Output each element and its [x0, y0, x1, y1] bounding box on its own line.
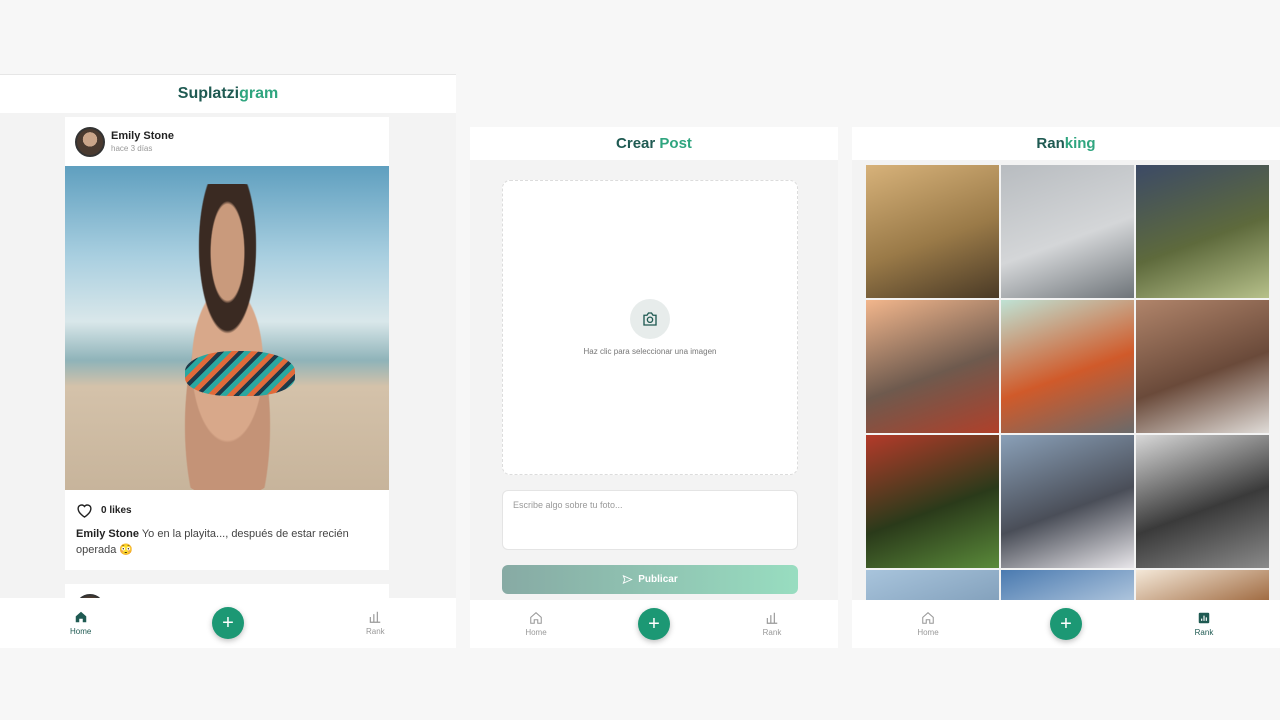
nav-home-label: Home	[69, 627, 92, 636]
rusty-tank-photo[interactable]	[866, 435, 999, 568]
avatar[interactable]	[75, 126, 105, 157]
nav-home-label: Home	[917, 628, 939, 637]
nav-rank[interactable]: Rank	[345, 610, 405, 636]
home-icon	[530, 612, 542, 624]
image-upload-area[interactable]: Haz clic para seleccionar una imagen	[502, 180, 798, 475]
nav-rank[interactable]: Rank	[1174, 611, 1234, 637]
caption-username[interactable]: Emily Stone	[76, 528, 139, 540]
ranking-screen: Ran king Home + Rank	[852, 127, 1280, 648]
nav-rank-label: Rank	[762, 628, 782, 637]
feed-screen: Suplatzi gram Emily Stone hace 3 días 0 l…	[0, 74, 456, 648]
bar-chart-icon	[1198, 612, 1210, 624]
add-post-button[interactable]: +	[211, 607, 244, 639]
publish-label: Publicar	[638, 574, 678, 585]
header-title-part-2: Post	[659, 135, 692, 152]
stone-wall-photo[interactable]	[1136, 435, 1269, 568]
add-post-button[interactable]: +	[638, 608, 670, 640]
home-icon	[922, 612, 934, 624]
app-header: Ran king	[852, 127, 1280, 160]
upload-hint: Haz clic para seleccionar una imagen	[583, 347, 717, 356]
post-card: Emily Stone hace 3 días 0 likes Emily St…	[65, 117, 389, 570]
post-actions: 0 likes	[65, 490, 389, 524]
grapes-photo[interactable]	[1136, 165, 1269, 298]
bar-chart-icon	[766, 612, 778, 624]
nav-rank-label: Rank	[365, 627, 385, 636]
create-post-screen: Crear Post Haz clic para seleccionar una…	[470, 127, 838, 648]
add-post-button[interactable]: +	[1050, 608, 1082, 640]
post-timestamp: hace 3 días	[111, 144, 153, 153]
bridge-fog-photo[interactable]	[1001, 165, 1134, 298]
bottom-nav: Home + Rank	[470, 600, 838, 648]
nav-home-label: Home	[525, 628, 547, 637]
post-header: Emily Stone hace 3 días	[65, 117, 389, 166]
header-title-part-1: Crear	[616, 135, 656, 152]
post-username[interactable]: Emily Stone	[111, 130, 174, 142]
nav-rank-label: Rank	[1194, 628, 1214, 637]
fox-photo[interactable]	[1136, 300, 1269, 433]
publish-button[interactable]: Publicar	[502, 565, 798, 594]
nav-rank[interactable]: Rank	[742, 611, 802, 637]
send-icon	[622, 574, 634, 585]
nav-home[interactable]: Home	[506, 611, 566, 637]
ranking-grid	[866, 165, 1269, 648]
photo-detail	[185, 351, 295, 396]
nav-home[interactable]: Home	[898, 611, 958, 637]
app-title-part-2: gram	[239, 85, 279, 102]
app-header: Suplatzi gram	[0, 75, 456, 113]
bottom-nav: Home + Rank	[0, 598, 456, 648]
heart-icon[interactable]	[76, 502, 93, 518]
photo-subject	[145, 184, 310, 490]
app-header: Crear Post	[470, 127, 838, 160]
post-caption: Emily Stone Yo en la playita..., después…	[65, 524, 389, 570]
corridor-photo[interactable]	[866, 165, 999, 298]
home-icon	[75, 611, 86, 623]
post-image[interactable]	[65, 166, 389, 490]
caption-textarea[interactable]: Escribe algo sobre tu foto...	[502, 490, 798, 550]
nav-home[interactable]: Home	[51, 610, 111, 636]
header-title-part-2: king	[1064, 135, 1096, 152]
bottom-nav: Home + Rank	[852, 600, 1280, 648]
app-title-part-1: Suplatzi	[177, 85, 240, 102]
clouds-photo[interactable]	[1001, 435, 1134, 568]
feed: Emily Stone hace 3 días 0 likes Emily St…	[65, 117, 389, 638]
stadium-photo[interactable]	[1001, 300, 1134, 433]
header-title-part-1: Ran	[1036, 135, 1065, 152]
camera-icon	[630, 299, 670, 339]
likes-count: 0 likes	[101, 504, 132, 516]
bar-chart-icon	[370, 611, 381, 623]
golden-gate-photo[interactable]	[866, 300, 999, 433]
